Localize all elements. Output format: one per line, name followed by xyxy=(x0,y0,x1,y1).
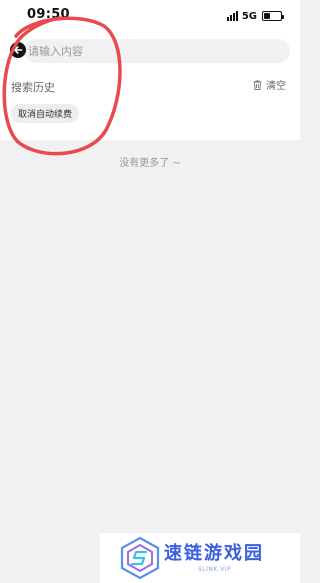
status-bar: 09:50 5G xyxy=(0,0,300,32)
arrow-left-icon xyxy=(14,46,23,54)
trash-icon xyxy=(253,80,262,90)
watermark-text: 速链游戏园 xyxy=(164,543,264,564)
history-chip[interactable]: 取消自动续费 xyxy=(11,104,80,123)
status-indicators: 5G xyxy=(226,10,284,22)
network-type: 5G xyxy=(241,10,257,22)
signal-icon xyxy=(226,11,238,21)
status-time: 09:50 xyxy=(27,7,70,22)
back-button[interactable] xyxy=(10,42,26,58)
search-history-title: 搜索历史 xyxy=(11,81,55,94)
no-more-text: 没有更多了 ~ xyxy=(119,158,181,169)
watermark-subtext: SLINK.VIP xyxy=(198,566,232,573)
search-input[interactable] xyxy=(24,44,290,58)
watermark-logo: 速链游戏园 SLINK.VIP xyxy=(100,533,300,583)
logo-mark-icon xyxy=(120,536,160,580)
battery-icon xyxy=(262,11,284,21)
search-bar[interactable] xyxy=(24,39,290,63)
clear-history-button[interactable]: 清空 xyxy=(253,77,286,92)
clear-label: 清空 xyxy=(266,81,286,92)
